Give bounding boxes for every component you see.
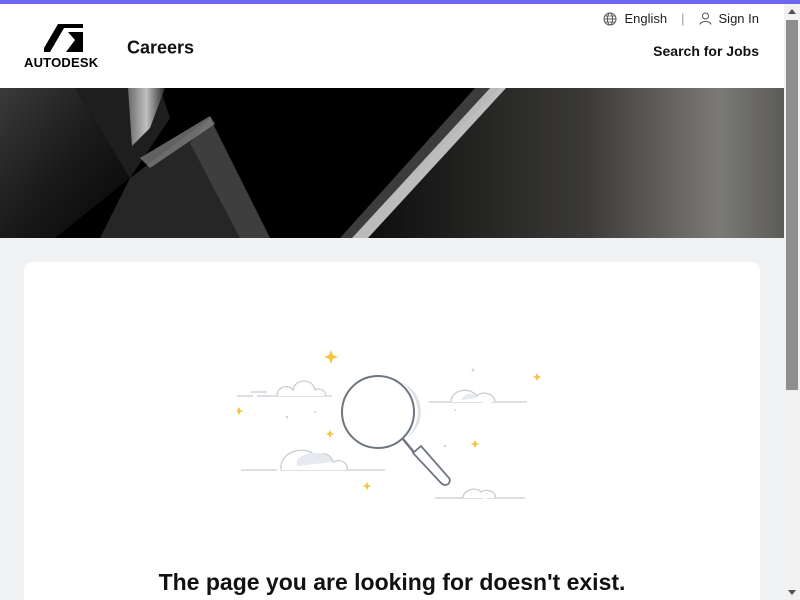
error-message: The page you are looking for doesn't exi… — [158, 569, 626, 595]
error-card: The page you are looking for doesn't exi… — [24, 262, 760, 600]
logo-wordmark: AUTODESK — [24, 55, 99, 70]
hero-banner — [0, 88, 784, 238]
autodesk-a-icon — [44, 24, 83, 52]
vertical-scrollbar[interactable] — [784, 4, 800, 600]
language-label: English — [624, 11, 668, 26]
site-header: AUTODESK Careers English | Sign In Searc… — [0, 4, 784, 88]
globe-icon — [603, 12, 617, 25]
sign-in-link[interactable]: Sign In — [699, 11, 759, 26]
site-title[interactable]: Careers — [127, 38, 194, 59]
user-icon — [699, 12, 712, 25]
autodesk-logo[interactable]: AUTODESK — [24, 24, 104, 72]
search-jobs-link[interactable]: Search for Jobs — [653, 43, 759, 59]
hero-abstract-image — [0, 88, 784, 238]
magnifier-illustration — [237, 350, 542, 499]
utility-nav: English | Sign In — [603, 11, 759, 26]
scrollbar-thumb[interactable] — [786, 20, 798, 390]
language-selector[interactable]: English — [603, 11, 667, 26]
page: AUTODESK Careers English | Sign In Searc… — [0, 4, 784, 600]
sign-in-label: Sign In — [718, 11, 759, 26]
scroll-down-icon[interactable] — [784, 584, 800, 600]
utility-divider: | — [681, 11, 685, 26]
scroll-up-icon[interactable] — [784, 4, 800, 20]
